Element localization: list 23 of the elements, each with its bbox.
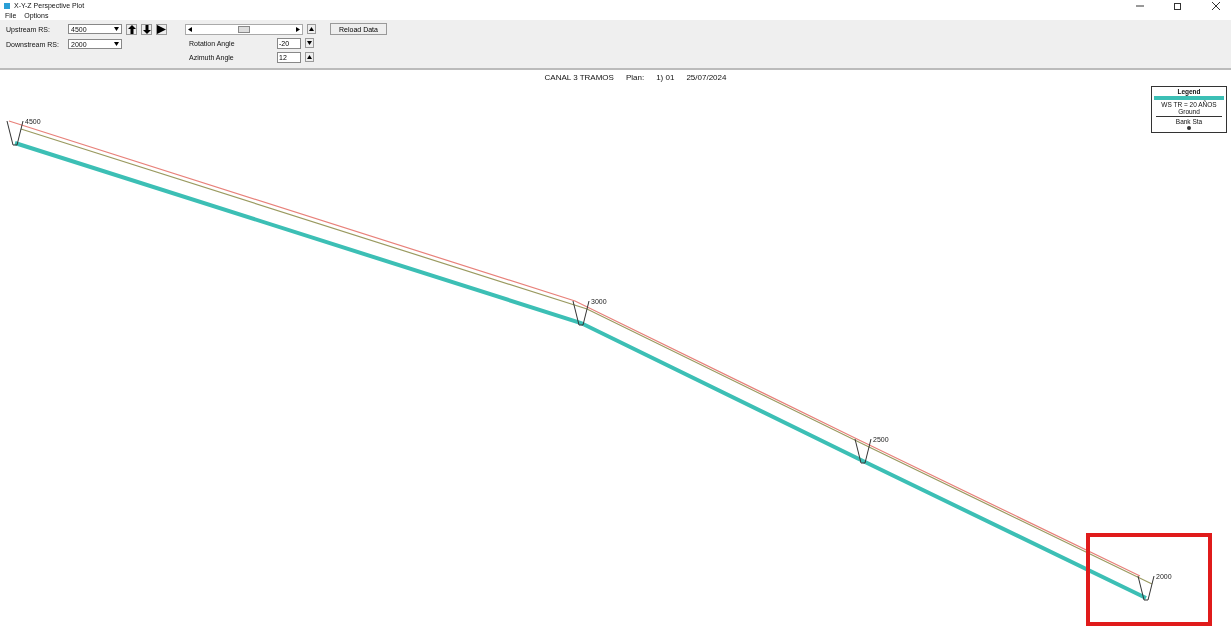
restore-icon bbox=[1173, 1, 1183, 10]
horizontal-scrollbar[interactable] bbox=[185, 23, 303, 35]
dropdown-arrow-icon bbox=[114, 42, 119, 46]
spin-button[interactable] bbox=[305, 38, 314, 48]
app-icon bbox=[4, 2, 10, 9]
dropdown-arrow-icon bbox=[114, 27, 119, 31]
close-icon bbox=[1211, 1, 1221, 10]
plan-label: Plan: bbox=[625, 73, 645, 84]
up-arrow-button[interactable] bbox=[126, 23, 137, 35]
down-arrow-button[interactable] bbox=[141, 23, 152, 35]
spin-down-button[interactable] bbox=[305, 52, 314, 62]
up-triangle-icon bbox=[307, 55, 312, 59]
slider-thumb[interactable] bbox=[238, 25, 250, 33]
down-triangle-icon bbox=[307, 41, 312, 45]
plot-date: 25/07/2024 bbox=[686, 73, 727, 84]
plan-value: 1) 01 bbox=[656, 73, 675, 84]
right-arrow-icon[interactable] bbox=[296, 26, 300, 32]
play-button[interactable] bbox=[156, 23, 167, 35]
cross-section-drawing bbox=[1137, 575, 1155, 601]
plot-title: CANAL 3 TRAMOS bbox=[544, 73, 614, 84]
up-triangle-icon bbox=[309, 27, 314, 31]
left-arrow-icon[interactable] bbox=[188, 26, 192, 32]
spin-up-button[interactable] bbox=[307, 24, 316, 34]
